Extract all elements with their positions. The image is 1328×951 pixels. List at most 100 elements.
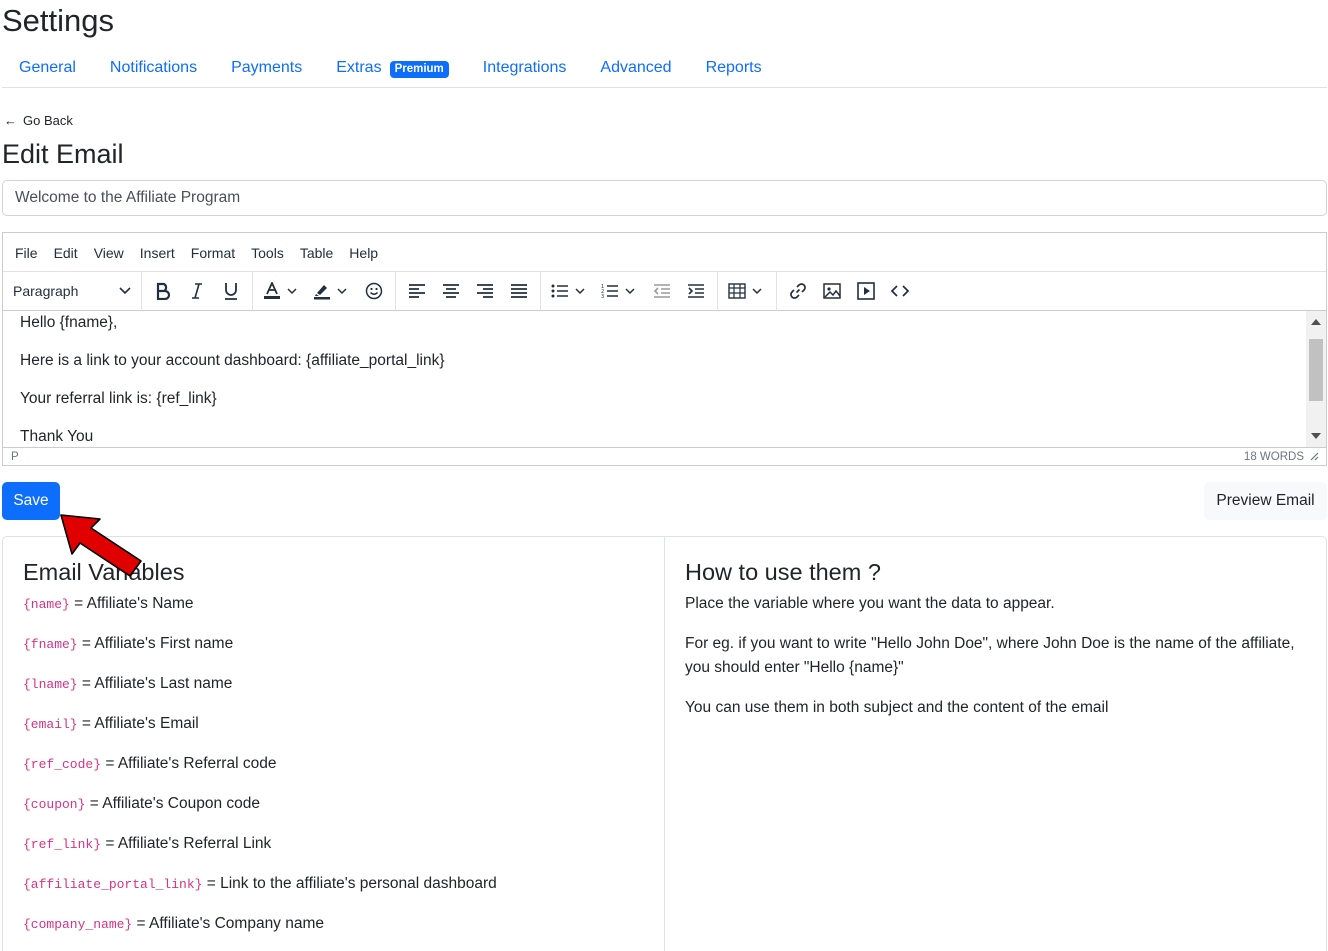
source-code-button[interactable] <box>883 276 917 306</box>
link-icon <box>790 283 806 299</box>
insert-link-button[interactable] <box>781 276 815 306</box>
preview-email-button[interactable]: Preview Email <box>1204 482 1327 520</box>
editor-content-area[interactable]: Hello {fname}, Here is a link to your ac… <box>3 311 1326 447</box>
numbered-list-icon: 123 <box>601 284 618 299</box>
tab-advanced[interactable]: Advanced <box>583 55 688 85</box>
chevron-down-icon <box>575 287 585 294</box>
align-left-icon <box>409 284 425 298</box>
numbered-list-button[interactable]: 123 <box>595 276 645 306</box>
word-count[interactable]: 18 WORDS <box>1244 451 1304 463</box>
variable-code: {name} <box>23 597 70 612</box>
settings-tabs: General Notifications Payments Extras Pre… <box>2 55 1327 88</box>
variable-code: {email} <box>23 717 78 732</box>
menu-view[interactable]: View <box>86 245 132 261</box>
variable-row: {coupon} = Affiliate's Coupon code <box>23 792 644 832</box>
content-line: Your referral link is: {ref_link} <box>20 390 217 407</box>
content-line: Hello {fname}, <box>20 314 118 331</box>
text-color-button[interactable] <box>257 276 307 306</box>
scroll-thumb[interactable] <box>1309 339 1323 401</box>
insert-media-button[interactable] <box>849 276 883 306</box>
bullet-list-button[interactable] <box>545 276 595 306</box>
justify-button[interactable] <box>502 276 536 306</box>
tab-payments[interactable]: Payments <box>214 55 319 85</box>
variable-desc: = Affiliate's Coupon code <box>89 795 261 812</box>
block-format-value: Paragraph <box>13 283 79 299</box>
scroll-up-icon[interactable] <box>1311 319 1321 325</box>
variables-panel: Email Variables {name} = Affiliate's Nam… <box>2 536 1327 951</box>
menu-file[interactable]: File <box>7 245 46 261</box>
tab-general[interactable]: General <box>2 55 93 85</box>
tab-label: Advanced <box>600 59 672 76</box>
variable-row: {email} = Affiliate's Email <box>23 712 644 752</box>
bold-button[interactable] <box>146 276 180 306</box>
email-subject-input[interactable] <box>2 180 1327 216</box>
resize-handle-icon[interactable] <box>1310 452 1319 461</box>
align-left-button[interactable] <box>400 276 434 306</box>
variable-code: {lname} <box>23 677 78 692</box>
variable-code: {fname} <box>23 637 78 652</box>
variable-code: {coupon} <box>23 797 86 812</box>
variable-code: {ref_code} <box>23 757 102 772</box>
italic-button[interactable] <box>180 276 214 306</box>
red-arrow-pointer-icon <box>60 514 142 577</box>
menu-table[interactable]: Table <box>292 245 341 261</box>
bold-icon <box>156 282 171 300</box>
menu-help[interactable]: Help <box>341 245 386 261</box>
menu-insert[interactable]: Insert <box>132 245 183 261</box>
chevron-down-icon <box>625 287 635 294</box>
tab-extras[interactable]: Extras Premium <box>319 55 466 85</box>
block-format-select[interactable]: Paragraph <box>3 272 141 311</box>
tab-label: General <box>19 59 76 76</box>
go-back-label: Go Back <box>23 113 73 128</box>
editor-statusbar: P 18 WORDS <box>3 447 1326 465</box>
editor-scrollbar[interactable] <box>1306 311 1326 447</box>
tab-label: Integrations <box>482 59 567 76</box>
align-right-button[interactable] <box>468 276 502 306</box>
tab-notifications[interactable]: Notifications <box>93 55 214 85</box>
variable-code: {affiliate_portal_link} <box>23 877 203 892</box>
chevron-down-icon <box>752 287 762 294</box>
variable-row: {name} = Affiliate's Name <box>23 592 644 632</box>
variable-desc: = Affiliate's Email <box>81 715 199 732</box>
arrow-left-icon: ← <box>4 113 17 128</box>
editor-menubar: File Edit View Insert Format Tools Table… <box>3 233 1326 272</box>
align-right-icon <box>477 284 493 298</box>
indent-button[interactable] <box>679 276 713 306</box>
text-color-icon <box>264 282 280 299</box>
tab-label: Extras <box>336 59 382 76</box>
scroll-down-icon[interactable] <box>1311 433 1321 439</box>
underline-icon <box>225 283 237 300</box>
menu-tools[interactable]: Tools <box>243 245 292 261</box>
tab-reports[interactable]: Reports <box>689 55 779 85</box>
tab-integrations[interactable]: Integrations <box>466 55 584 85</box>
help-paragraph: You can use them in both subject and the… <box>685 699 1109 716</box>
outdent-icon <box>653 284 670 298</box>
help-paragraph: For eg. if you want to write "Hello John… <box>685 635 1295 676</box>
variable-code: {company_name} <box>23 917 133 932</box>
how-to-use-heading: How to use them ? <box>685 559 881 585</box>
variable-code: {ref_link} <box>23 837 102 852</box>
insert-image-button[interactable] <box>815 276 849 306</box>
go-back-link[interactable]: ← Go Back <box>4 113 73 128</box>
variable-row: {ref_link} = Affiliate's Referral Link <box>23 832 644 872</box>
content-line: Thank You <box>20 428 94 445</box>
highlight-color-button[interactable] <box>307 276 357 306</box>
help-paragraph: Place the variable where you want the da… <box>685 595 1055 612</box>
outdent-button[interactable] <box>645 276 679 306</box>
align-justify-icon <box>511 284 527 298</box>
align-center-icon <box>443 284 459 298</box>
table-button[interactable] <box>722 276 772 306</box>
chevron-down-icon <box>287 287 297 294</box>
code-icon <box>891 285 909 297</box>
menu-edit[interactable]: Edit <box>46 245 86 261</box>
align-center-button[interactable] <box>434 276 468 306</box>
element-path[interactable]: P <box>11 451 19 463</box>
menu-format[interactable]: Format <box>183 245 243 261</box>
emoji-button[interactable] <box>357 276 391 306</box>
tab-label: Notifications <box>109 59 198 76</box>
save-button[interactable]: Save <box>2 482 60 520</box>
tab-label: Reports <box>705 59 762 76</box>
highlighter-icon <box>314 285 330 300</box>
video-icon <box>857 282 875 300</box>
underline-button[interactable] <box>214 276 248 306</box>
